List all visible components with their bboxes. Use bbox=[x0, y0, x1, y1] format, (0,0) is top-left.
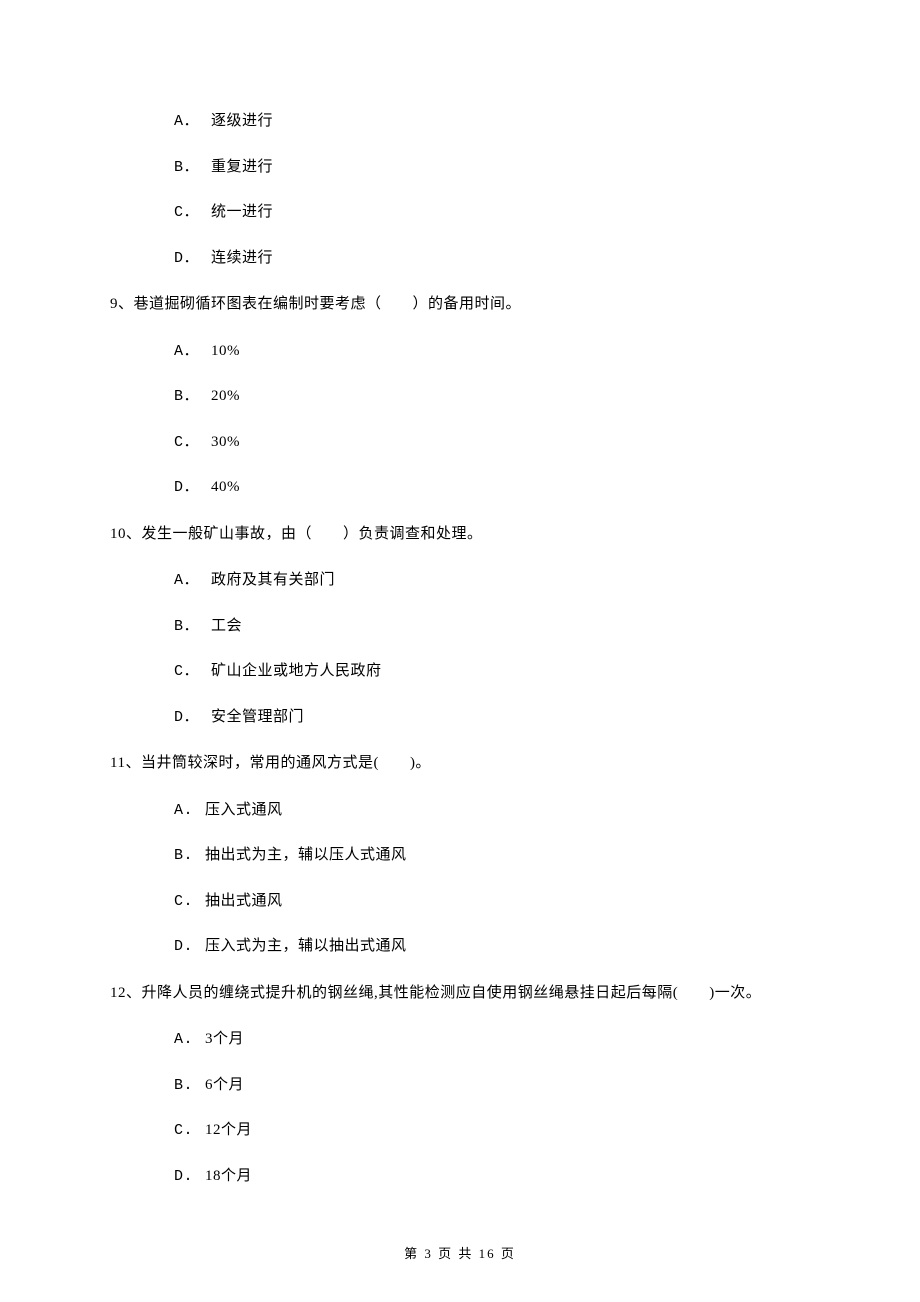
question-12-options: A. 3个月 B. 6个月 C. 12个月 D. 18个月 bbox=[174, 1028, 810, 1188]
option-marker: A. bbox=[174, 1031, 193, 1048]
option-text: 压入式为主，辅以抽出式通风 bbox=[205, 938, 407, 954]
option-text: 逐级进行 bbox=[211, 113, 273, 129]
option-text: 压入式通风 bbox=[205, 802, 283, 818]
option-text: 12个月 bbox=[205, 1122, 252, 1138]
question-11-options: A. 压入式通风 B. 抽出式为主，辅以压人式通风 C. 抽出式通风 D. 压入式为主，… bbox=[174, 799, 810, 959]
question-10-options: A． 政府及其有关部门 B． 工会 C． 矿山企业或地方人民政府 D． 安全管理部门 bbox=[174, 569, 810, 729]
option-marker: C． bbox=[174, 204, 199, 221]
question-12-stem: 12、升降人员的缠绕式提升机的钢丝绳,其性能检测应自使用钢丝绳悬挂日起后每隔( … bbox=[110, 981, 810, 1007]
option-marker: B. bbox=[174, 847, 193, 864]
option-text: 统一进行 bbox=[211, 204, 273, 220]
option-marker: C． bbox=[174, 663, 199, 680]
option-text: 18个月 bbox=[205, 1168, 252, 1184]
option-c: C． 30% bbox=[174, 431, 810, 455]
option-marker: B. bbox=[174, 1077, 193, 1094]
option-text: 重复进行 bbox=[211, 159, 273, 175]
option-marker: B． bbox=[174, 388, 199, 405]
option-text: 10% bbox=[211, 343, 240, 359]
option-text: 3个月 bbox=[205, 1031, 244, 1047]
option-marker: D. bbox=[174, 938, 193, 955]
option-marker: B． bbox=[174, 618, 199, 635]
option-marker: A. bbox=[174, 802, 193, 819]
option-b: B． 工会 bbox=[174, 615, 810, 639]
option-d: D. 压入式为主，辅以抽出式通风 bbox=[174, 935, 810, 959]
option-b: B． 20% bbox=[174, 385, 810, 409]
option-b: B. 6个月 bbox=[174, 1074, 810, 1098]
option-text: 政府及其有关部门 bbox=[211, 572, 335, 588]
option-text: 40% bbox=[211, 479, 240, 495]
option-text: 抽出式为主，辅以压人式通风 bbox=[205, 847, 407, 863]
option-c: C. 12个月 bbox=[174, 1119, 810, 1143]
option-d: D. 18个月 bbox=[174, 1165, 810, 1189]
question-8-options: A． 逐级进行 B． 重复进行 C． 统一进行 D． 连续进行 bbox=[174, 110, 810, 270]
option-b: B． 重复进行 bbox=[174, 156, 810, 180]
option-text: 抽出式通风 bbox=[205, 893, 283, 909]
option-text: 30% bbox=[211, 434, 240, 450]
question-9-stem: 9、巷道掘砌循环图表在编制时要考虑（ ）的备用时间。 bbox=[110, 292, 810, 318]
question-10-stem: 10、发生一般矿山事故，由（ ）负责调查和处理。 bbox=[110, 522, 810, 548]
option-a: A． 政府及其有关部门 bbox=[174, 569, 810, 593]
option-c: C． 矿山企业或地方人民政府 bbox=[174, 660, 810, 684]
option-text: 连续进行 bbox=[211, 250, 273, 266]
option-d: D． 40% bbox=[174, 476, 810, 500]
option-a: A. 压入式通风 bbox=[174, 799, 810, 823]
option-a: A． 逐级进行 bbox=[174, 110, 810, 134]
page-footer: 第 3 页 共 16 页 bbox=[0, 1243, 920, 1262]
document-page: A． 逐级进行 B． 重复进行 C． 统一进行 D． 连续进行 9、巷道掘砌循环图表在编… bbox=[0, 0, 920, 1302]
option-marker: C. bbox=[174, 893, 193, 910]
option-text: 矿山企业或地方人民政府 bbox=[211, 663, 382, 679]
option-text: 安全管理部门 bbox=[211, 709, 304, 725]
option-marker: A． bbox=[174, 343, 199, 360]
option-text: 6个月 bbox=[205, 1077, 244, 1093]
option-marker: D． bbox=[174, 709, 199, 726]
question-11-stem: 11、当井筒较深时，常用的通风方式是( )。 bbox=[110, 751, 810, 777]
option-marker: A． bbox=[174, 113, 199, 130]
option-a: A． 10% bbox=[174, 340, 810, 364]
option-marker: B． bbox=[174, 159, 199, 176]
option-c: C． 统一进行 bbox=[174, 201, 810, 225]
option-a: A. 3个月 bbox=[174, 1028, 810, 1052]
option-marker: D． bbox=[174, 479, 199, 496]
option-text: 工会 bbox=[211, 618, 242, 634]
option-marker: A． bbox=[174, 572, 199, 589]
option-marker: C. bbox=[174, 1122, 193, 1139]
option-c: C. 抽出式通风 bbox=[174, 890, 810, 914]
option-marker: C． bbox=[174, 434, 199, 451]
option-b: B. 抽出式为主，辅以压人式通风 bbox=[174, 844, 810, 868]
option-marker: D． bbox=[174, 250, 199, 267]
option-text: 20% bbox=[211, 388, 240, 404]
question-9-options: A． 10% B． 20% C． 30% D． 40% bbox=[174, 340, 810, 500]
option-d: D． 安全管理部门 bbox=[174, 706, 810, 730]
option-marker: D. bbox=[174, 1168, 193, 1185]
option-d: D． 连续进行 bbox=[174, 247, 810, 271]
